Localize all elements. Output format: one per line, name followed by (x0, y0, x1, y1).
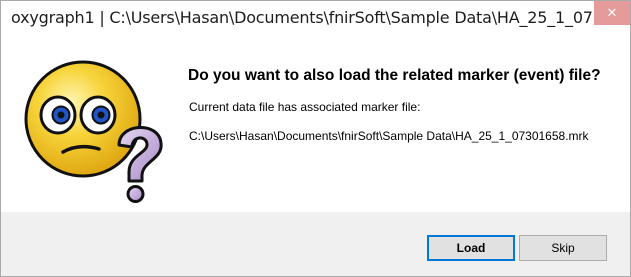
skip-button[interactable]: Skip (519, 235, 607, 261)
dialog-window: oxygraph1 | C:\Users\Hasan\Documents\fni… (0, 0, 631, 277)
dialog-content: Do you want to also load the related mar… (1, 37, 630, 212)
close-button[interactable]: ✕ (594, 1, 630, 25)
window-title: oxygraph1 | C:\Users\Hasan\Documents\fni… (11, 8, 631, 27)
confused-smiley-question-icon (21, 57, 171, 207)
button-bar: Load Skip (1, 212, 630, 276)
dialog-message: Current data file has associated marker … (189, 100, 421, 114)
close-icon: ✕ (606, 5, 618, 21)
marker-file-path: C:\Users\Hasan\Documents\fnirSoft\Sample… (189, 129, 589, 143)
dialog-heading: Do you want to also load the related mar… (188, 67, 601, 84)
smiley-svg (24, 60, 163, 203)
load-button[interactable]: Load (427, 235, 515, 261)
title-bar[interactable]: oxygraph1 | C:\Users\Hasan\Documents\fni… (1, 1, 630, 37)
